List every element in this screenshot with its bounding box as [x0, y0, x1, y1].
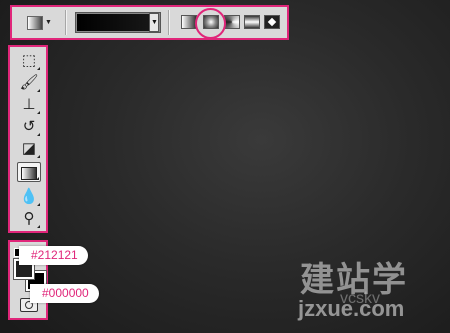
marquee-icon: ⬚ — [21, 52, 37, 69]
brush-tool-button[interactable]: 🖌 — [17, 73, 41, 93]
brush-icon: 🖌 — [19, 74, 39, 91]
tools-panel: ⬚ 🖌 ⊥ ↺ ◪ 💧 ⚲ — [8, 45, 48, 233]
history-brush-icon: ↺ — [22, 118, 36, 135]
gradient-tool-button[interactable] — [17, 162, 41, 182]
clone-stamp-icon: ⊥ — [22, 96, 36, 113]
angle-gradient-button[interactable] — [224, 15, 240, 29]
history-brush-tool-button[interactable]: ↺ — [17, 117, 41, 137]
dodge-tool-button[interactable]: ⚲ — [17, 209, 41, 229]
selection-highlight-circle — [195, 8, 226, 39]
diamond-gradient-button[interactable] — [264, 15, 280, 29]
foreground-color-label: #212121 — [19, 246, 88, 265]
chevron-down-icon[interactable]: ▼ — [45, 19, 52, 26]
gradient-icon — [21, 167, 37, 180]
marquee-tool-button[interactable]: ⬚ — [17, 51, 41, 71]
chevron-down-icon: ▼ — [151, 19, 158, 26]
dodge-icon: ⚲ — [23, 210, 35, 227]
watermark-url: jzxue.com — [298, 296, 405, 321]
blur-icon: 💧 — [19, 188, 39, 205]
eraser-tool-button[interactable]: ◪ — [17, 139, 41, 159]
eraser-icon: ◪ — [21, 140, 37, 157]
clone-stamp-tool-button[interactable]: ⊥ — [17, 95, 41, 115]
gradient-tool-icon[interactable] — [27, 16, 43, 30]
separator — [65, 10, 67, 35]
reflected-gradient-button[interactable] — [244, 15, 260, 29]
blur-tool-button[interactable]: 💧 — [17, 187, 41, 207]
options-bar: ▼ ▼ — [10, 5, 289, 40]
separator — [168, 10, 170, 35]
gradient-dropdown-button[interactable]: ▼ — [149, 13, 159, 32]
background-color-label: #000000 — [30, 284, 99, 303]
